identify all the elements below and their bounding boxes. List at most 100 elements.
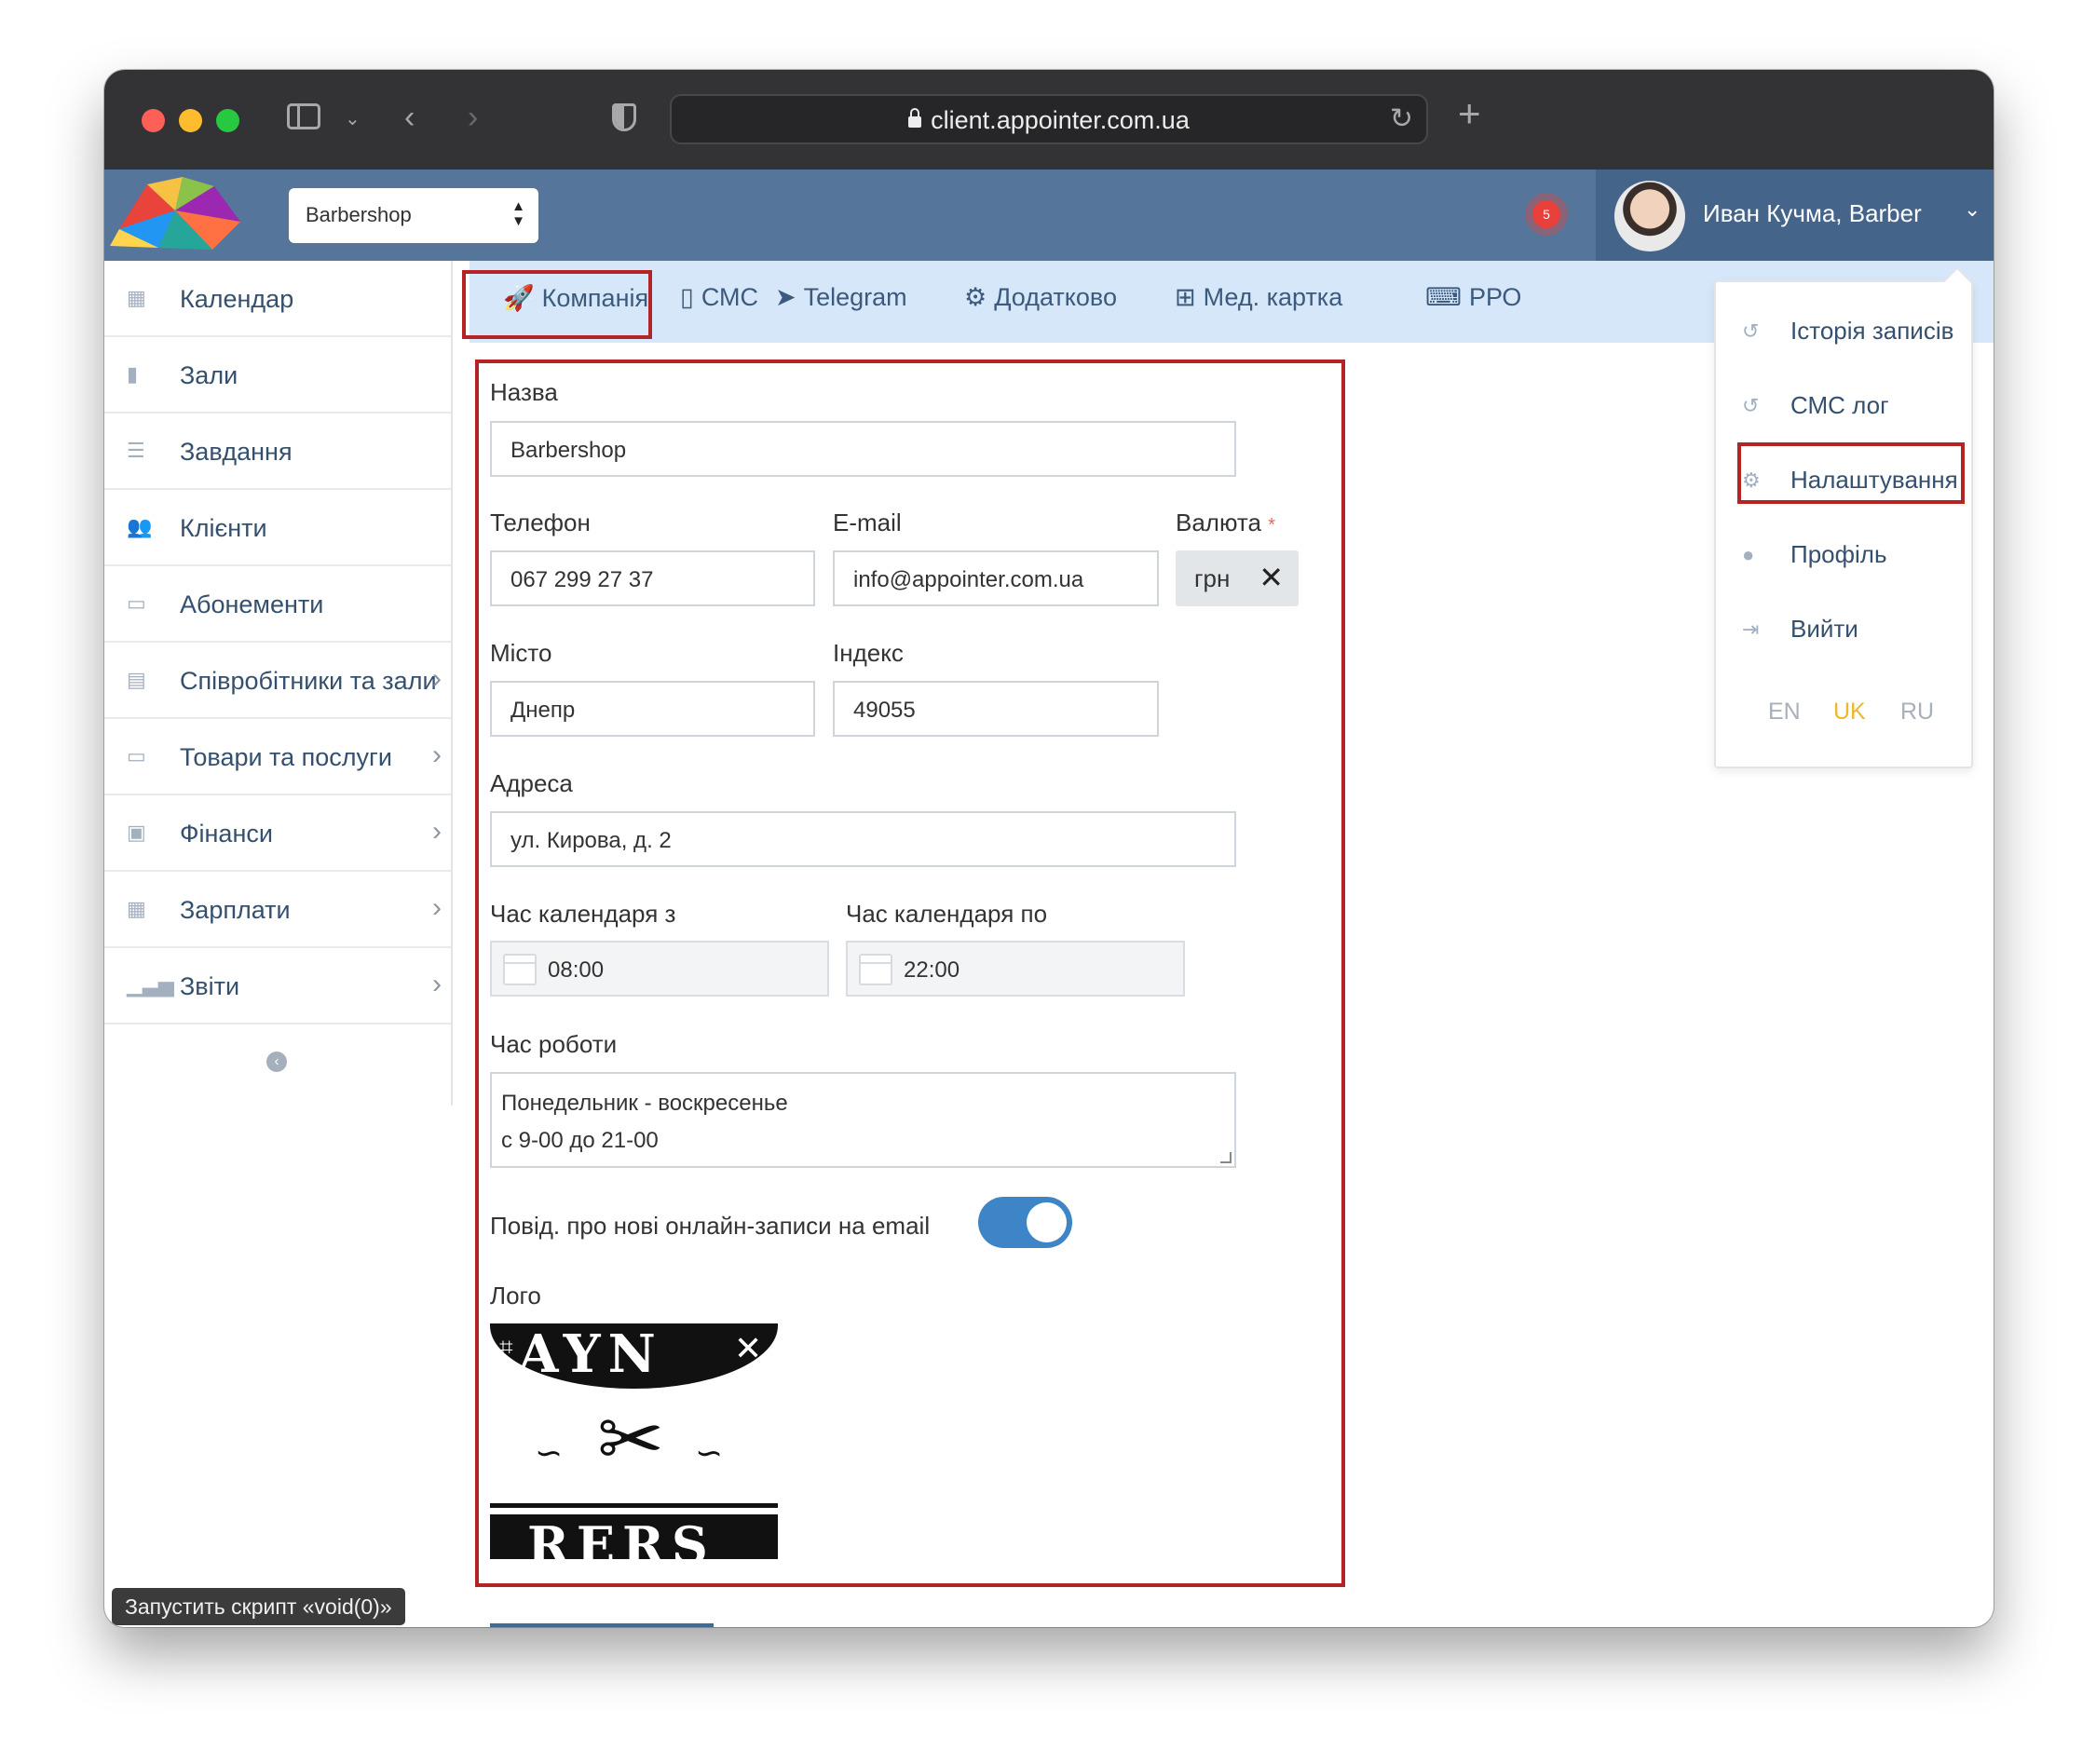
name-label: Назва: [490, 378, 558, 406]
tab-label: СМС: [701, 283, 759, 311]
sidebar-item-reports[interactable]: ▁▃▅ Звіти ›: [104, 948, 451, 1024]
currency-value: грн: [1194, 564, 1231, 592]
currency-select[interactable]: грн ✕: [1176, 550, 1299, 606]
tab-rro[interactable]: ⌨ РРО: [1425, 283, 1521, 312]
currency-label: Валюта *: [1176, 509, 1275, 537]
new-tab-icon[interactable]: +: [1458, 94, 1481, 133]
sidebar-item-label: Зали: [180, 361, 238, 389]
calendar-icon: [503, 954, 537, 985]
work-hours-line: с 9-00 до 21-00: [501, 1128, 659, 1153]
app-logo: [110, 177, 240, 250]
sidebar-item-clients[interactable]: 👥 Клієнти: [104, 490, 451, 566]
sidebar-item-halls[interactable]: ▮ Зали: [104, 337, 451, 414]
select-arrows-icon: ▲ ▼: [511, 198, 525, 229]
save-button-edge[interactable]: [490, 1623, 714, 1627]
sidebar-item-employees[interactable]: ▤ Співробітники та зали ›: [104, 643, 451, 719]
menu-item-label: Історія записів: [1790, 317, 1954, 345]
address-bar[interactable]: client.appointer.com.ua ↻: [670, 94, 1428, 144]
tasks-icon: ☰: [127, 439, 145, 462]
calendar-to-label: Час календаря по: [846, 900, 1048, 928]
menu-item-label: Профіль: [1790, 540, 1887, 568]
calendar-to-input[interactable]: 22:00: [846, 941, 1185, 997]
city-input[interactable]: Днепр: [490, 681, 815, 737]
forward-icon[interactable]: ›: [468, 102, 478, 133]
logo-label: Лого: [490, 1282, 541, 1309]
tab-med-card[interactable]: ⊞ Мед. картка: [1175, 283, 1342, 312]
chevron-down-icon[interactable]: ⌄: [345, 103, 361, 135]
chevron-right-icon: ›: [432, 816, 442, 847]
history-icon: ↺: [1742, 394, 1760, 417]
plus-square-icon: ⊞: [1175, 283, 1196, 311]
crop-icon[interactable]: ⌗: [499, 1333, 513, 1363]
sidebar-toggle-icon[interactable]: [287, 103, 320, 129]
active-tab-highlight: [462, 270, 652, 339]
language-en[interactable]: EN: [1768, 699, 1801, 726]
shield-icon[interactable]: [612, 103, 636, 131]
id-card-icon: ▤: [127, 668, 146, 691]
email-notify-toggle[interactable]: [978, 1197, 1072, 1248]
tab-sms[interactable]: ▯ СМС: [680, 283, 758, 312]
calendar-to-value: 22:00: [904, 957, 960, 983]
city-label: Місто: [490, 639, 552, 667]
menu-item-sms-log[interactable]: ↺ СМС лог: [1716, 379, 1975, 435]
reload-icon[interactable]: ↻: [1390, 103, 1413, 135]
notification-badge[interactable]: 5: [1532, 200, 1560, 228]
language-uk[interactable]: UK: [1833, 699, 1866, 726]
branch-select-value: Barbershop: [306, 203, 412, 226]
tab-label: РРО: [1468, 283, 1522, 311]
sidebar-item-label: Абонементи: [180, 590, 324, 618]
required-mark: *: [1268, 515, 1276, 536]
email-input[interactable]: info@appointer.com.ua: [833, 550, 1159, 606]
index-input[interactable]: 49055: [833, 681, 1159, 737]
menu-item-history[interactable]: ↺ Історія записів: [1716, 305, 1975, 360]
chevron-right-icon: ›: [432, 663, 442, 694]
index-label: Індекс: [833, 639, 904, 667]
sidebar-item-label: Завдання: [180, 438, 293, 466]
sidebar-item-calendar[interactable]: ▦ Календар: [104, 261, 451, 337]
sidebar-item-subscriptions[interactable]: ▭ Абонементи: [104, 566, 451, 643]
sidebar-item-finance[interactable]: ▣ Фінанси ›: [104, 795, 451, 872]
money-icon: ▣: [127, 821, 146, 844]
chevron-right-icon: ›: [432, 969, 442, 999]
scissors-icon: ✂: [597, 1395, 665, 1485]
user-menu-toggle[interactable]: Иван Кучма, Barber ⌄: [1596, 170, 1994, 261]
calendar-icon: ▦: [127, 286, 146, 309]
sidebar-item-label: Звіти: [180, 972, 240, 1000]
address-input[interactable]: ул. Кирова, д. 2: [490, 811, 1236, 867]
sidebar-item-tasks[interactable]: ☰ Завдання: [104, 414, 451, 490]
menu-item-logout[interactable]: ⇥ Вийти: [1716, 603, 1975, 658]
menu-item-profile[interactable]: ● Профіль: [1716, 528, 1975, 584]
sidebar-item-products[interactable]: ▭ Товари та послуги ›: [104, 719, 451, 795]
url-text: client.appointer.com.ua: [931, 106, 1190, 134]
tab-label: Мед. картка: [1203, 283, 1343, 311]
back-icon[interactable]: ‹: [404, 102, 415, 133]
work-hours-textarea[interactable]: Понедельник - воскресенье с 9-00 до 21-0…: [490, 1072, 1236, 1168]
language-ru[interactable]: RU: [1900, 699, 1934, 726]
card-icon: ▭: [127, 591, 146, 615]
collapse-sidebar-icon[interactable]: ‹: [266, 1052, 287, 1072]
zoom-window-button[interactable]: [216, 109, 239, 132]
phone-label: Телефон: [490, 509, 591, 536]
minimize-window-button[interactable]: [179, 109, 202, 132]
phone-icon: ▯: [680, 283, 694, 311]
remove-logo-icon[interactable]: ✕: [734, 1329, 762, 1368]
avatar: [1614, 181, 1685, 251]
bookmark-icon: ▮: [127, 362, 139, 386]
resize-handle-icon[interactable]: [1220, 1152, 1232, 1163]
calendar-from-input[interactable]: 08:00: [490, 941, 829, 997]
tab-label: Telegram: [803, 283, 907, 311]
branch-select[interactable]: Barbershop ▲ ▼: [289, 188, 538, 243]
app-header: Barbershop ▲ ▼ 5 Иван Кучма, Barber ⌄: [104, 170, 1994, 261]
tab-telegram[interactable]: ➤ Telegram: [775, 283, 907, 312]
calendar-icon: [859, 954, 892, 985]
close-window-button[interactable]: [142, 109, 165, 132]
calendar-from-label: Час календаря з: [490, 900, 676, 928]
bar-chart-icon: ▁▃▅: [127, 973, 174, 997]
tab-additional[interactable]: ⚙ Додатково: [964, 283, 1117, 312]
user-dropdown-menu: ↺ Історія записів ↺ СМС лог ⚙ Налаштуван…: [1714, 280, 1973, 768]
calculator-icon: ▦: [127, 897, 146, 920]
clear-icon[interactable]: ✕: [1259, 560, 1284, 595]
name-input[interactable]: Barbershop: [490, 421, 1236, 477]
phone-input[interactable]: 067 299 27 37: [490, 550, 815, 606]
sidebar-item-salaries[interactable]: ▦ Зарплати ›: [104, 872, 451, 948]
